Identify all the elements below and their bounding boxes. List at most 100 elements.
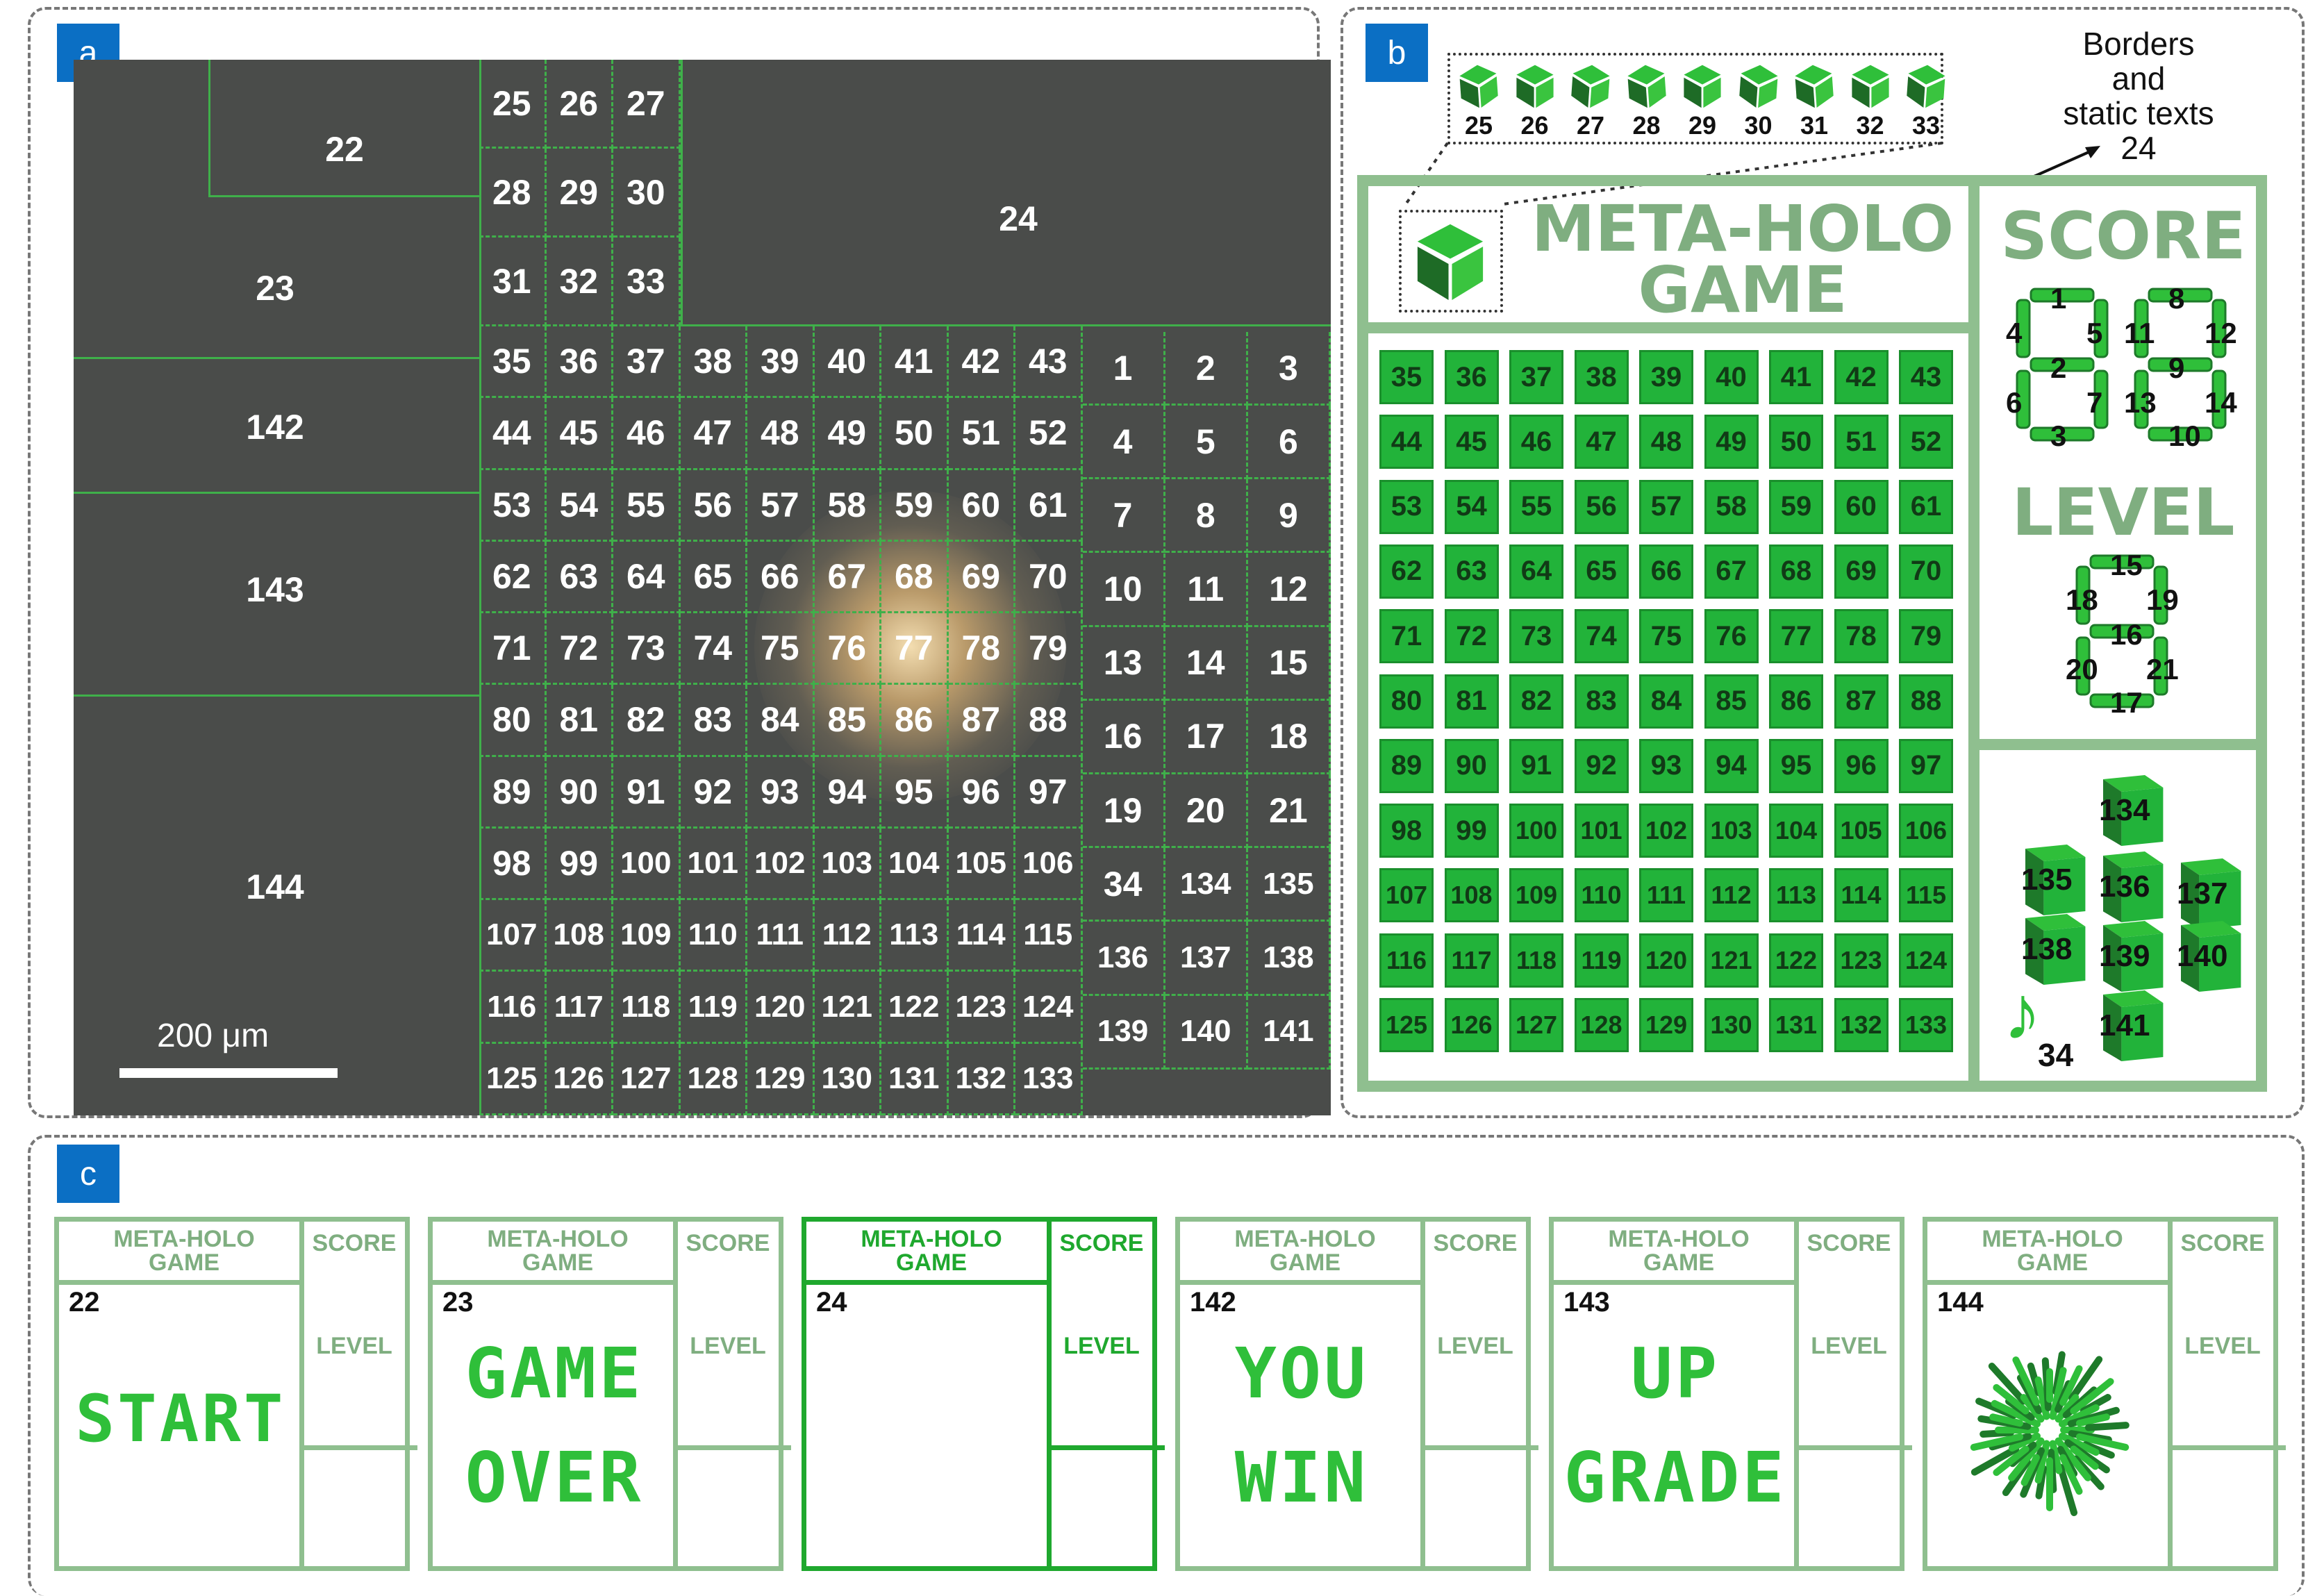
game-cell-105: 105 — [1834, 804, 1889, 858]
cell-73: 73 — [613, 613, 681, 685]
game-cell-49: 49 — [1704, 415, 1759, 469]
cube-label-135: 135 — [2021, 863, 2073, 897]
music-note-icon: ♪ — [2003, 970, 2041, 1056]
frame-142-level: LEVEL — [1437, 1333, 1513, 1359]
game-cell-41: 41 — [1769, 350, 1823, 404]
frame-143-text-1: UP — [1630, 1333, 1720, 1414]
cell-94: 94 — [814, 756, 881, 829]
frame-143-number: 143 — [1563, 1287, 1610, 1317]
cell-97: 97 — [1015, 756, 1083, 829]
game-cell-57: 57 — [1639, 479, 1693, 534]
cell-124: 124 — [1015, 972, 1083, 1044]
segment-label-13: 13 — [2124, 386, 2157, 419]
cell-132: 132 — [948, 1043, 1015, 1115]
game-cell-122: 122 — [1769, 933, 1823, 988]
game-cell-51: 51 — [1834, 415, 1889, 469]
frame-142-score: SCORE — [1433, 1230, 1518, 1256]
game-cell-77: 77 — [1769, 609, 1823, 664]
game-cell-127: 127 — [1509, 998, 1563, 1052]
segment-label-4: 4 — [2006, 317, 2023, 349]
cell-105: 105 — [948, 828, 1015, 901]
game-cell-116: 116 — [1379, 933, 1434, 988]
cell-141: 141 — [1247, 995, 1331, 1070]
logo-cube-32-icon — [1851, 65, 1889, 108]
game-cell-56: 56 — [1574, 479, 1629, 534]
game-cell-130: 130 — [1704, 998, 1759, 1052]
frame-23-text-2: OVER — [465, 1437, 644, 1518]
cell-83: 83 — [680, 685, 747, 757]
cell-58: 58 — [814, 469, 881, 542]
cell-70: 70 — [1015, 541, 1083, 614]
cell-92: 92 — [680, 756, 747, 829]
cell-25: 25 — [479, 60, 547, 149]
frame-143-score: SCORE — [1807, 1230, 1891, 1256]
segment-label-3: 3 — [2050, 419, 2067, 452]
region-23-label: 23 — [256, 269, 294, 308]
cell-46: 46 — [613, 398, 681, 470]
cell-55: 55 — [613, 469, 681, 542]
cell-34: 34 — [1082, 848, 1165, 922]
region-24-label: 24 — [999, 199, 1038, 238]
panel-a: a 25 26 27 28 29 30 31 32 33 35 36 37 38 39 40 41 42 43 44… — [28, 7, 1331, 1118]
frame-142-text-1: YOU — [1234, 1333, 1369, 1414]
cell-140: 140 — [1165, 995, 1248, 1070]
frame-23-level: LEVEL — [690, 1333, 766, 1359]
game-cell-110: 110 — [1574, 868, 1629, 923]
game-cell-40: 40 — [1704, 350, 1759, 404]
game-cell-64: 64 — [1509, 544, 1563, 599]
game-cell-112: 112 — [1704, 868, 1759, 923]
cell-45: 45 — [546, 398, 613, 470]
game-cell-35: 35 — [1379, 350, 1434, 404]
frame-23-number: 23 — [442, 1287, 474, 1317]
cell-11: 11 — [1165, 553, 1248, 627]
frame-23-score: SCORE — [686, 1230, 770, 1256]
cell-74: 74 — [680, 613, 747, 685]
cell-6: 6 — [1247, 406, 1331, 480]
cell-64: 64 — [613, 541, 681, 614]
cube-label-138: 138 — [2021, 932, 2073, 966]
cell-134: 134 — [1165, 848, 1248, 922]
cell-96: 96 — [948, 756, 1015, 829]
cube-label-136: 136 — [2099, 870, 2150, 904]
game-cell-61: 61 — [1899, 479, 1953, 534]
game-cell-115: 115 — [1899, 868, 1953, 923]
cell-90: 90 — [546, 756, 613, 829]
cell-125: 125 — [479, 1043, 547, 1115]
logo-cube-28-icon — [1627, 65, 1666, 108]
game-cell-62: 62 — [1379, 544, 1434, 599]
cell-130: 130 — [814, 1043, 881, 1115]
game-cell-84: 84 — [1639, 674, 1693, 729]
cell-71: 71 — [479, 613, 547, 685]
cell-135: 135 — [1247, 848, 1331, 922]
cell-139: 139 — [1082, 995, 1165, 1070]
game-cell-120: 120 — [1639, 933, 1693, 988]
cell-66: 66 — [747, 541, 815, 614]
cell-10: 10 — [1082, 553, 1165, 627]
frame-22-score: SCORE — [312, 1230, 397, 1256]
cell-129: 129 — [747, 1043, 815, 1115]
game-cell-126: 126 — [1444, 998, 1499, 1052]
game-cell-113: 113 — [1769, 868, 1823, 923]
segment-label-11: 11 — [2124, 317, 2155, 349]
logo-cube-26-icon — [1516, 65, 1554, 108]
segment-label-6: 6 — [2006, 386, 2023, 419]
game-cell-107: 107 — [1379, 868, 1434, 923]
cell-136: 136 — [1082, 922, 1165, 996]
cell-42: 42 — [948, 326, 1015, 399]
cell-100: 100 — [613, 828, 681, 901]
cell-40: 40 — [814, 326, 881, 399]
cell-116: 116 — [479, 972, 547, 1044]
cell-137: 137 — [1165, 922, 1248, 996]
game-cell-97: 97 — [1899, 738, 1953, 793]
cube-label-134: 134 — [2099, 793, 2150, 827]
game-cell-99: 99 — [1444, 804, 1499, 858]
segment-label-19: 19 — [2146, 583, 2179, 616]
cell-56: 56 — [680, 469, 747, 542]
cell-26: 26 — [546, 60, 613, 149]
cell-50: 50 — [881, 398, 949, 470]
game-cell-71: 71 — [1379, 609, 1434, 664]
micrograph: 25 26 27 28 29 30 31 32 33 35 36 37 38 39 40 41 42 43 44 45… — [74, 60, 1331, 1115]
scale-bar — [119, 1068, 338, 1078]
cell-37: 37 — [613, 326, 681, 399]
cell-80: 80 — [479, 685, 547, 757]
